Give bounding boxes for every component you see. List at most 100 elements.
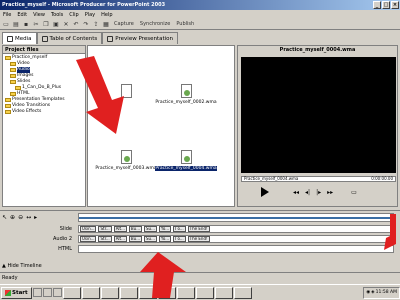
menu-play[interactable]: Play <box>85 12 95 18</box>
ruler-bar <box>79 217 395 219</box>
quicklaunch-icon[interactable] <box>42 288 52 297</box>
copy-icon[interactable]: ❐ <box>42 20 50 28</box>
tray-icon[interactable]: ◉ <box>366 290 370 295</box>
menu-tools[interactable]: Tools <box>51 12 63 18</box>
timeline-clip[interactable]: Su... <box>144 236 157 242</box>
pointer-icon[interactable]: ↖ <box>2 214 7 221</box>
previous-icon[interactable]: ◂◂ <box>293 189 299 196</box>
taskbar-task[interactable] <box>214 286 233 299</box>
import-icon[interactable]: ⇪ <box>92 20 100 28</box>
quicklaunch-icon[interactable] <box>32 288 42 297</box>
menu-help[interactable]: Help <box>101 12 112 18</box>
timeline-clip[interactable]: Yo... <box>158 226 172 232</box>
timeline-clip[interactable]: Alt... <box>113 226 127 232</box>
tray-icon[interactable]: ◈ <box>371 290 374 295</box>
menu-file[interactable]: File <box>3 12 11 18</box>
taskbar-task[interactable] <box>62 286 81 299</box>
title-bar: Practice_myself - Microsoft Producer for… <box>0 0 400 10</box>
taskbar-task[interactable] <box>233 286 252 299</box>
timeline-clip[interactable]: Str... <box>98 226 112 232</box>
move-icon[interactable]: ↔ <box>26 214 31 221</box>
preview-title: Practice_myself_0004.wma <box>279 47 356 53</box>
folder-icon <box>5 56 11 60</box>
timeline-tools: ↖ ⊕ ⊖ ↔ ▸ <box>2 213 76 222</box>
menu-view[interactable]: View <box>33 12 45 18</box>
timeline-clip[interactable]: The End! <box>187 226 210 232</box>
maximize-button[interactable]: □ <box>382 1 390 9</box>
play-timeline-icon[interactable]: ▸ <box>34 214 37 221</box>
hide-timeline-button[interactable]: ▲ Hide Timeline <box>2 263 42 269</box>
track-label-html: HTML <box>58 246 72 252</box>
quicklaunch-icon[interactable] <box>52 288 62 297</box>
preview-pane: Practice_myself_0004.wma Practice_myself… <box>237 45 398 207</box>
media-icon <box>7 35 13 42</box>
timeline-clip[interactable]: Bu... <box>128 226 143 232</box>
play-icon[interactable] <box>261 187 269 197</box>
file-item-selected[interactable]: Practice_myself_0004.wma <box>155 150 217 171</box>
toc-icon <box>41 35 48 42</box>
timeline-clip[interactable]: Alt... <box>113 236 127 242</box>
preview-time: 0:00:00.00 <box>371 176 393 181</box>
timeline-clip[interactable]: I o... <box>173 236 186 242</box>
rewind-icon[interactable]: ◂| <box>305 189 310 196</box>
close-button[interactable]: × <box>391 1 399 9</box>
delete-icon[interactable]: ✕ <box>62 20 70 28</box>
fullscreen-icon[interactable]: ▭ <box>351 189 357 196</box>
start-button[interactable]: Start <box>1 286 32 299</box>
slide-track[interactable]: Usin... Str... Alt... Bu... Su... Yo... … <box>78 225 394 233</box>
menu-clip[interactable]: Clip <box>69 12 78 18</box>
folder-icon <box>5 98 11 102</box>
tab-table-of-contents[interactable]: Table of Contents <box>36 32 103 44</box>
taskbar: Start ◉ ◈ 11:58 AM <box>0 284 400 300</box>
audio-file-icon <box>180 150 192 164</box>
synchronize-button[interactable]: Synchronize <box>138 20 172 28</box>
save-icon[interactable]: ▪ <box>22 20 30 28</box>
menu-bar: File Edit View Tools Clip Play Help <box>0 10 400 19</box>
folder-icon <box>10 62 16 66</box>
taskbar-task[interactable] <box>81 286 100 299</box>
minimize-button[interactable]: _ <box>373 1 381 9</box>
slides-icon[interactable]: ▦ <box>102 20 110 28</box>
track-label-slide: Slide <box>59 226 72 232</box>
file-item[interactable]: Practice_myself_0002.wma <box>155 84 217 105</box>
undo-icon[interactable]: ↶ <box>72 20 80 28</box>
tab-media[interactable]: Media <box>2 32 37 44</box>
timeline-clip[interactable]: Su... <box>144 226 157 232</box>
red-arrow-up <box>140 252 186 298</box>
zoom-out-icon[interactable]: ⊖ <box>18 214 23 221</box>
preview-screen <box>241 57 396 173</box>
cut-icon[interactable]: ✂ <box>32 20 40 28</box>
open-icon[interactable]: ▤ <box>12 20 20 28</box>
publish-button[interactable]: Publish <box>174 20 196 28</box>
timeline-clip[interactable]: Str... <box>98 236 112 242</box>
timeline-ruler[interactable] <box>78 213 395 222</box>
timeline-clip[interactable]: I o... <box>173 226 186 232</box>
timeline-clip[interactable]: Bu... <box>128 236 143 242</box>
html-track[interactable] <box>78 245 394 253</box>
menu-edit[interactable]: Edit <box>17 12 27 18</box>
capture-button[interactable]: Capture <box>112 20 136 28</box>
timeline-clip[interactable]: Usin... <box>80 236 97 242</box>
timeline-clip[interactable]: The End! <box>187 236 210 242</box>
clock: 11:58 AM <box>375 290 397 295</box>
toolbar: ▭ ▤ ▪ ✂ ❐ ▣ ✕ ↶ ↷ ⇪ ▦ Capture Synchroniz… <box>0 19 400 30</box>
new-icon[interactable]: ▭ <box>2 20 10 28</box>
taskbar-task[interactable] <box>100 286 119 299</box>
next-icon[interactable]: ▸▸ <box>327 189 333 196</box>
redo-icon[interactable]: ↷ <box>82 20 90 28</box>
audio-file-icon <box>180 84 192 98</box>
preview-icon <box>107 35 114 42</box>
forward-icon[interactable]: |▸ <box>316 189 321 196</box>
timeline-clip[interactable]: Yo... <box>158 236 172 242</box>
preview-progress[interactable]: Practice_myself_0004.wma 0:00:00.00 <box>241 176 396 182</box>
paste-icon[interactable]: ▣ <box>52 20 60 28</box>
zoom-in-icon[interactable]: ⊕ <box>10 214 15 221</box>
timeline-clip[interactable]: Usin... <box>80 226 97 232</box>
folder-icon <box>5 104 11 108</box>
audio-track[interactable]: Usin... Str... Alt... Bu... Su... Yo... … <box>78 235 394 243</box>
taskbar-task[interactable] <box>195 286 214 299</box>
red-arrow-side <box>384 214 396 250</box>
tab-preview-presentation[interactable]: Preview Presentation <box>102 32 178 44</box>
file-item[interactable]: Practice_myself_0003.wma <box>95 150 157 171</box>
folder-icon <box>10 92 16 96</box>
